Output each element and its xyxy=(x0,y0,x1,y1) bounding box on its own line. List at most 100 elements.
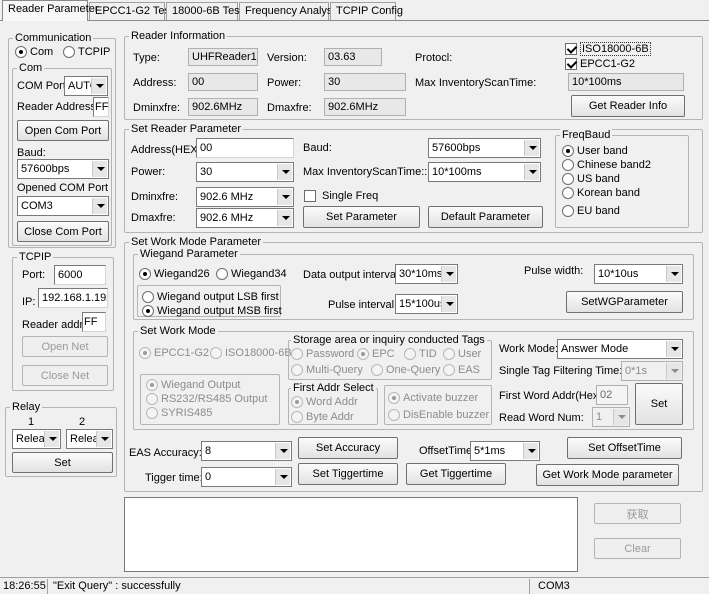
tab-18000-6b-test[interactable]: 18000-6B Test xyxy=(166,2,243,20)
first-word-addr-label: First Word Addr(Hex): xyxy=(499,390,606,402)
tid-radio[interactable]: TID xyxy=(403,347,437,361)
offset-time-label: OffsetTime: xyxy=(419,445,476,457)
get-trigger-time-button[interactable]: Get Tiggertime xyxy=(406,463,506,485)
open-com-port-button[interactable]: Open Com Port xyxy=(17,120,109,141)
clear-button[interactable]: Clear xyxy=(594,538,681,559)
set-power-select[interactable]: 30 xyxy=(196,162,294,182)
reader-address-input[interactable]: FF xyxy=(93,97,109,117)
multi-query-label: Multi-Query xyxy=(306,364,363,376)
chevron-down-icon xyxy=(666,363,681,379)
read-word-num-select[interactable]: 1 xyxy=(592,407,630,427)
word-addr-radio[interactable]: Word Addr xyxy=(290,395,358,409)
trigger-time-select[interactable]: 0 xyxy=(201,467,292,487)
work-mode-label: Work Mode: xyxy=(499,343,559,355)
set-baud-select[interactable]: 57600bps xyxy=(428,138,541,158)
lsb-first-label: Wiegand output LSB first xyxy=(157,291,279,303)
wiegand26-label: Wiegand26 xyxy=(154,268,210,280)
byte-addr-radio[interactable]: Byte Addr xyxy=(290,410,354,424)
radio-dot xyxy=(142,305,154,317)
set-parameter-button[interactable]: Set Parameter xyxy=(303,206,420,228)
default-parameter-button[interactable]: Default Parameter xyxy=(428,206,543,228)
set-address-input[interactable]: 00 xyxy=(196,138,294,158)
close-com-port-button[interactable]: Close Com Port xyxy=(17,221,109,242)
rs-output-radio[interactable]: RS232/RS485 Output xyxy=(145,392,267,406)
set-trigger-time-button[interactable]: Set Tiggertime xyxy=(298,463,398,485)
single-freq-checkbox[interactable]: Single Freq xyxy=(303,189,378,203)
eas-accuracy-select[interactable]: 8 xyxy=(201,441,292,461)
set-dminfre-select[interactable]: 902.6 MHz xyxy=(196,187,294,207)
lsb-first-radio[interactable]: Wiegand output LSB first xyxy=(141,290,279,304)
set-dmaxfre-select[interactable]: 902.6 MHz xyxy=(196,208,294,228)
msb-first-radio[interactable]: Wiegand output MSB first xyxy=(141,304,282,318)
single-tag-filter-select[interactable]: 0*1s xyxy=(621,361,683,381)
data-output-interval-select[interactable]: 30*10ms xyxy=(395,264,458,284)
tcpip-ip-input[interactable]: 192.168.1.192 xyxy=(38,288,108,308)
mode-com-radio[interactable]: Com xyxy=(14,45,53,59)
open-net-button[interactable]: Open Net xyxy=(22,336,108,357)
set-offset-time-button[interactable]: Set OffsetTime xyxy=(567,437,682,459)
get-button[interactable]: 获取 xyxy=(594,503,681,524)
set-wg-parameter-button[interactable]: SetWGParameter xyxy=(566,291,683,313)
wiegand34-radio[interactable]: Wiegand34 xyxy=(215,267,287,281)
password-radio[interactable]: Password xyxy=(290,347,354,361)
get-reader-info-button[interactable]: Get Reader Info xyxy=(571,95,685,117)
set-max-inventory-select[interactable]: 10*100ms xyxy=(428,162,541,182)
communication-title: Communication xyxy=(13,31,94,45)
work-mode-set-button[interactable]: Set xyxy=(635,383,683,425)
pulse-interval-select[interactable]: 15*100us xyxy=(395,294,458,314)
work-mode-select[interactable]: Answer Mode xyxy=(557,339,683,359)
us-band-radio[interactable]: US band xyxy=(561,172,620,186)
com-port-select[interactable]: AUTO xyxy=(64,76,108,96)
disable-buzzer-radio[interactable]: DisEnable buzzer xyxy=(387,408,489,422)
tcpip-port-input[interactable]: 6000 xyxy=(54,265,106,285)
radio-dot xyxy=(139,268,151,280)
pulse-width-select[interactable]: 10*10us xyxy=(594,264,683,284)
syris485-radio[interactable]: SYRIS485 xyxy=(145,406,212,420)
one-query-radio[interactable]: One-Query xyxy=(370,363,440,377)
epcc1g2-radio[interactable]: EPCC1-G2 xyxy=(138,346,209,360)
tcpip-reader-addr-input[interactable]: FF xyxy=(82,312,106,332)
set-accuracy-button[interactable]: Set Accuracy xyxy=(298,437,398,459)
tab-epcc1-g2-test[interactable]: EPCC1-G2 Test xyxy=(89,2,173,20)
get-work-mode-parameter-button[interactable]: Get Work Mode parameter xyxy=(536,464,679,486)
pulse-width-label: Pulse width: xyxy=(524,265,584,277)
set-baud-label: Baud: xyxy=(303,142,332,154)
set-dmaxfre-label: Dmaxfre: xyxy=(131,212,176,224)
korean-band-radio[interactable]: Korean band xyxy=(561,186,640,200)
data-output-interval-value: 30*10ms xyxy=(399,268,443,280)
radio-dot xyxy=(139,347,151,359)
tab-frequency-analysis[interactable]: Frequency Analysis xyxy=(239,2,340,20)
tab-tcpip-config[interactable]: TCPIP Config xyxy=(330,2,403,20)
chevron-down-icon xyxy=(91,78,106,94)
radio-dot xyxy=(388,409,400,421)
baud-select[interactable]: 57600bps xyxy=(17,159,109,179)
activate-buzzer-radio[interactable]: Activate buzzer xyxy=(387,391,478,405)
eu-band-radio[interactable]: EU band xyxy=(561,204,620,218)
relay1-select[interactable]: Release xyxy=(12,429,61,449)
wiegand26-radio[interactable]: Wiegand26 xyxy=(138,267,210,281)
first-word-addr-input[interactable]: 02 xyxy=(596,385,628,405)
user-radio[interactable]: User xyxy=(442,347,481,361)
radio-dot xyxy=(63,46,75,58)
chevron-down-icon xyxy=(277,164,292,180)
relay-set-button[interactable]: Set xyxy=(12,452,113,473)
status-port: COM3 xyxy=(538,580,570,592)
wiegand-output-radio[interactable]: Wiegand Output xyxy=(145,378,241,392)
log-output-area[interactable] xyxy=(124,497,578,572)
multi-query-radio[interactable]: Multi-Query xyxy=(290,363,363,377)
iso18000-radio[interactable]: ISO18000-6B xyxy=(209,346,292,360)
activate-buzzer-label: Activate buzzer xyxy=(403,392,479,404)
dminfre-label: Dminxfre: xyxy=(133,102,181,114)
opened-com-port-select[interactable]: COM3 xyxy=(17,196,109,216)
set-power-value: 30 xyxy=(200,166,213,178)
chinese-band2-radio[interactable]: Chinese band2 xyxy=(561,158,651,172)
mode-tcpip-radio[interactable]: TCPIP xyxy=(62,45,110,59)
eas-radio[interactable]: EAS xyxy=(442,363,480,377)
set-dminfre-label: Dminxfre: xyxy=(131,191,179,203)
close-net-button[interactable]: Close Net xyxy=(22,365,108,386)
offset-time-select[interactable]: 5*1ms xyxy=(470,441,540,461)
tab-reader-parameter[interactable]: Reader Parameter xyxy=(2,0,99,21)
relay2-select[interactable]: Release xyxy=(66,429,113,449)
user-band-radio[interactable]: User band xyxy=(561,144,628,158)
epc-radio[interactable]: EPC xyxy=(356,347,395,361)
